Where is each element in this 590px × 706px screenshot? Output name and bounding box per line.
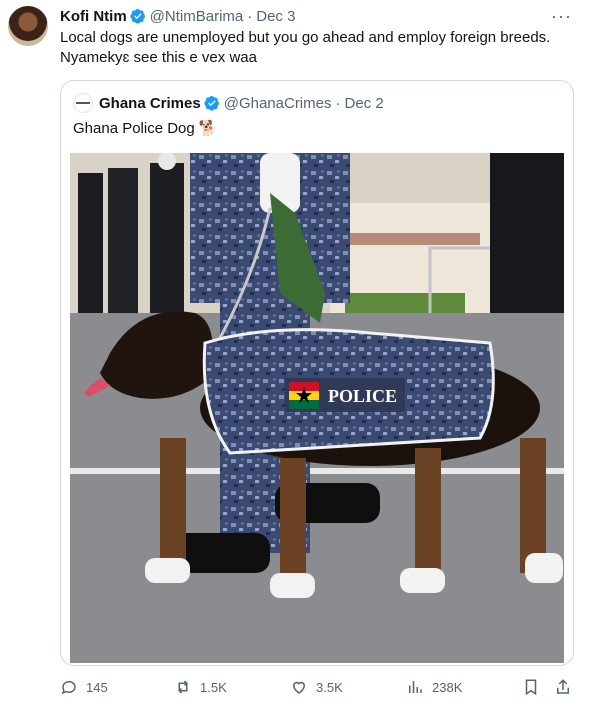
vest-police-text: POLICE xyxy=(328,386,397,406)
tweet-date[interactable]: Dec 3 xyxy=(256,8,295,25)
reply-button[interactable]: 145 xyxy=(60,678,108,696)
views-count: 238K xyxy=(432,679,463,695)
reply-icon xyxy=(61,680,76,695)
bookmark-icon xyxy=(525,679,537,696)
quoted-avatar xyxy=(73,93,93,113)
more-options-icon[interactable]: ··· xyxy=(551,6,572,27)
heart-icon xyxy=(292,681,306,694)
quoted-tweet[interactable]: Ghana Crimes @GhanaCrimes · Dec 2 Ghana … xyxy=(60,80,574,666)
views-icon xyxy=(409,681,422,693)
like-count: 3.5K xyxy=(316,679,343,695)
share-button[interactable] xyxy=(554,678,580,696)
quoted-media[interactable]: POLICE xyxy=(70,153,564,663)
like-button[interactable]: 3.5K xyxy=(290,678,343,696)
repost-count: 1.5K xyxy=(200,679,227,695)
tweet-actions: 145 1.5K 3.5K 238K xyxy=(60,678,580,698)
verified-badge-icon xyxy=(130,9,145,24)
quoted-avatar-mark-icon xyxy=(76,102,90,104)
views-button[interactable]: 238K xyxy=(406,678,462,696)
author-avatar[interactable] xyxy=(8,6,48,46)
author-name[interactable]: Kofi Ntim xyxy=(60,8,127,25)
reply-count: 145 xyxy=(86,679,108,695)
quoted-date[interactable]: Dec 2 xyxy=(344,95,383,112)
quoted-author-name[interactable]: Ghana Crimes xyxy=(99,95,201,112)
verified-badge-icon xyxy=(204,96,219,111)
police-dog-photo: POLICE xyxy=(70,153,564,663)
repost-icon xyxy=(178,680,188,694)
quoted-text: Ghana Police Dog 🐕 xyxy=(73,120,218,137)
quoted-author-handle[interactable]: @GhanaCrimes xyxy=(224,95,332,112)
bookmark-button[interactable] xyxy=(522,678,548,696)
share-icon xyxy=(557,679,569,694)
quoted-header: Ghana Crimes @GhanaCrimes · Dec 2 xyxy=(73,93,384,113)
author-handle[interactable]: @NtimBarima xyxy=(150,8,244,25)
tweet-header: Kofi Ntim @NtimBarima · Dec 3 xyxy=(60,6,295,26)
repost-button[interactable]: 1.5K xyxy=(174,678,227,696)
header-separator: · xyxy=(247,7,253,25)
tweet-text: Local dogs are unemployed but you go ahe… xyxy=(60,29,551,66)
quoted-separator: · xyxy=(335,94,341,112)
